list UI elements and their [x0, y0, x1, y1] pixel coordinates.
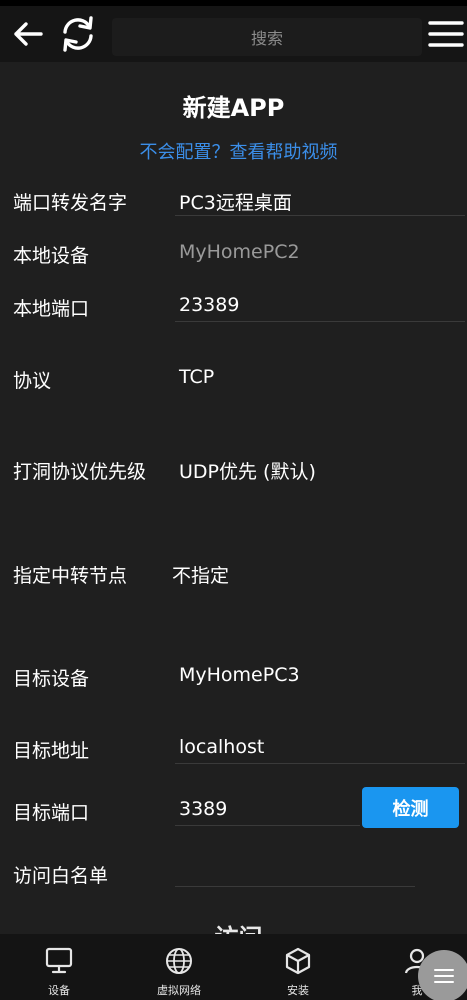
field-label-target-port: 目标端口 [13, 802, 90, 824]
local-port-underline [175, 321, 465, 322]
local-port-input[interactable]: 23389 [179, 294, 239, 316]
protocol-select[interactable]: TCP [179, 366, 214, 388]
bottom-navigation: 设备 虚拟网络 安装 我 [0, 934, 467, 1000]
new-app-page: 搜索 新建APP 不会配置？查看帮助视频 端口转发名字 PC3远程桌面 本地设备… [0, 0, 467, 1000]
nav-tab-virtual-network[interactable]: 虚拟网络 [134, 934, 224, 1000]
nav-tab-install[interactable]: 安装 [253, 934, 343, 1000]
field-label-target-device: 目标设备 [13, 668, 90, 690]
field-label-forward-name: 端口转发名字 [13, 192, 128, 214]
field-label-local-port: 本地端口 [13, 298, 90, 320]
search-input[interactable]: 搜索 [112, 18, 422, 56]
target-address-underline [175, 763, 465, 764]
target-device-select[interactable]: MyHomePC3 [179, 664, 300, 686]
menu-button[interactable] [424, 12, 467, 56]
nav-tab-devices[interactable]: 设备 [14, 934, 104, 1000]
floating-menu-button[interactable] [418, 950, 467, 1000]
field-label-target-address: 目标地址 [13, 740, 90, 762]
target-port-input[interactable]: 3389 [179, 798, 227, 820]
refresh-icon [63, 16, 93, 52]
monitor-icon [45, 947, 73, 974]
target-port-underline [175, 825, 360, 826]
hamburger-menu-icon [434, 969, 454, 983]
nav-label-install: 安装 [287, 984, 309, 997]
field-label-punch-priority: 打洞协议优先级 [13, 461, 147, 483]
globe-icon [166, 948, 192, 974]
box-icon [285, 947, 311, 975]
relay-node-select[interactable]: 不指定 [172, 561, 229, 588]
help-video-link[interactable]: 不会配置？查看帮助视频 [0, 138, 467, 164]
target-address-input[interactable]: localhost [179, 736, 264, 758]
whitelist-underline [175, 886, 415, 887]
field-label-protocol: 协议 [13, 370, 52, 392]
nav-label-devices: 设备 [48, 984, 70, 997]
arrow-left-icon [14, 22, 43, 46]
field-label-relay-node: 指定中转节点 [13, 565, 128, 587]
page-title: 新建APP [182, 94, 285, 122]
hamburger-menu-icon [428, 21, 464, 47]
forward-name-underline [175, 215, 465, 216]
check-port-button[interactable]: 检测 [362, 787, 459, 828]
punch-priority-select[interactable]: UDP优先 (默认) [179, 457, 316, 484]
field-label-local-device: 本地设备 [13, 245, 90, 267]
back-button[interactable] [6, 12, 50, 56]
field-label-whitelist: 访问白名单 [13, 865, 109, 887]
refresh-button[interactable] [56, 12, 100, 56]
local-device-value: MyHomePC2 [179, 241, 300, 263]
forward-name-input[interactable]: PC3远程桌面 [179, 188, 292, 215]
top-bar: 搜索 [0, 6, 467, 62]
nav-label-virtual-network: 虚拟网络 [157, 984, 201, 997]
